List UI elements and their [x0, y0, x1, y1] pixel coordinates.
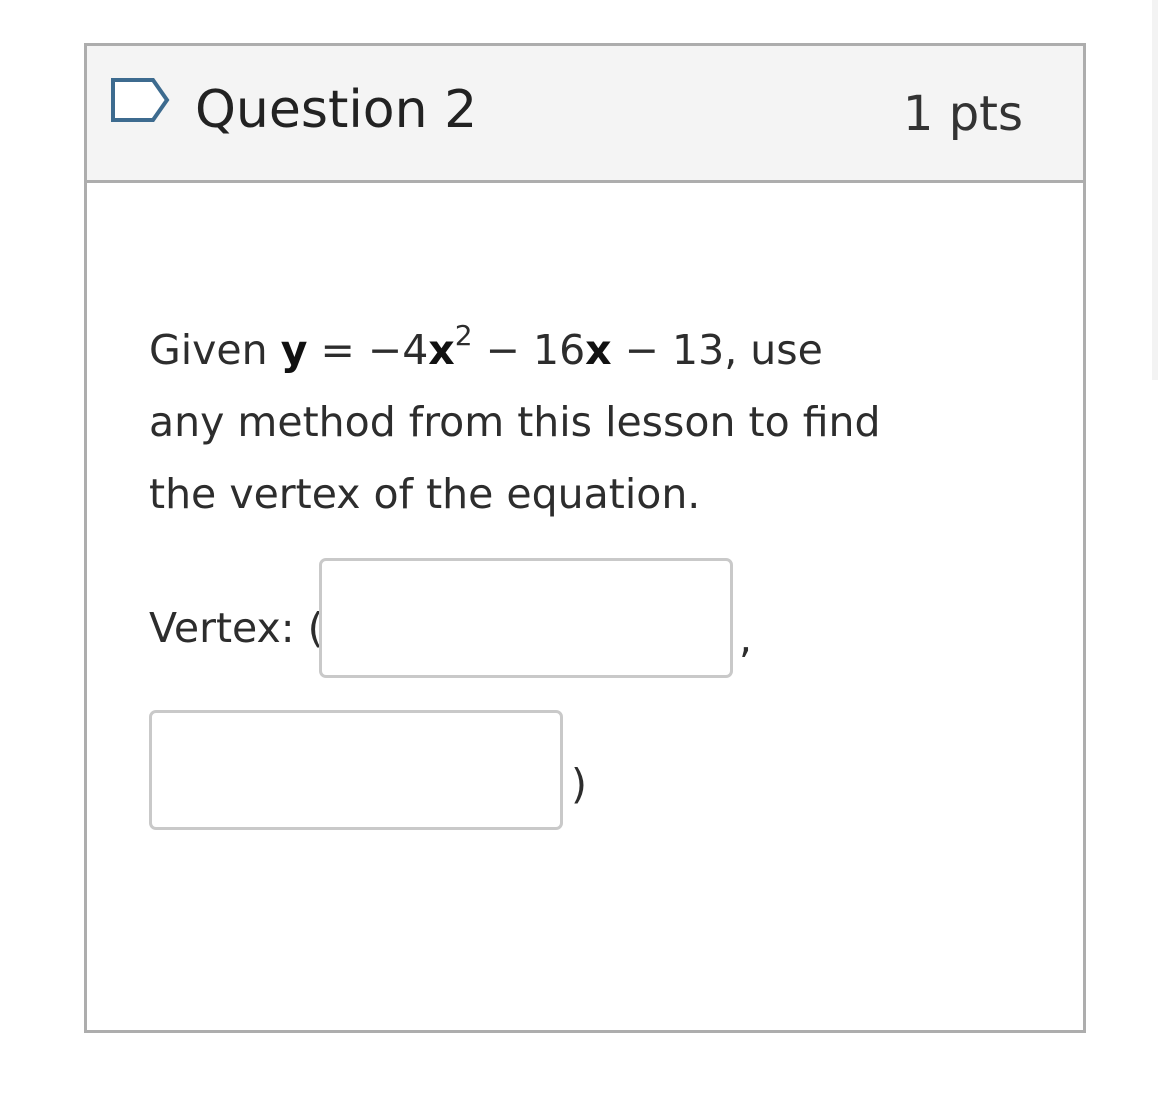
text-given: Given: [149, 326, 268, 374]
question-card: Question 2 1 pts Given y = −4x2 − 16x − …: [84, 43, 1086, 1033]
exponent: 2: [454, 319, 473, 353]
text-minus-16: − 16: [472, 326, 586, 374]
vertex-closing-paren: ): [571, 760, 587, 808]
vertex-label: Vertex: (: [149, 604, 324, 652]
vertex-separator: ,: [739, 614, 753, 662]
quiz-page: Question 2 1 pts Given y = −4x2 − 16x − …: [0, 0, 1170, 1114]
question-text: Given y = −4x2 − 16x − 13, use any metho…: [149, 314, 909, 530]
question-title: Question 2: [195, 80, 478, 140]
question-header: Question 2 1 pts: [87, 46, 1083, 183]
scrollbar-edge: [1152, 0, 1158, 380]
flag-bookmark-icon[interactable]: [109, 76, 173, 124]
var-x-linear: x: [585, 326, 612, 374]
var-x: x: [428, 326, 455, 374]
question-points: 1 pts: [902, 86, 1023, 142]
vertex-y-input[interactable]: [149, 710, 563, 830]
var-y: y: [280, 326, 308, 374]
text-equals: = −4: [307, 326, 429, 374]
vertex-x-input[interactable]: [319, 558, 733, 678]
